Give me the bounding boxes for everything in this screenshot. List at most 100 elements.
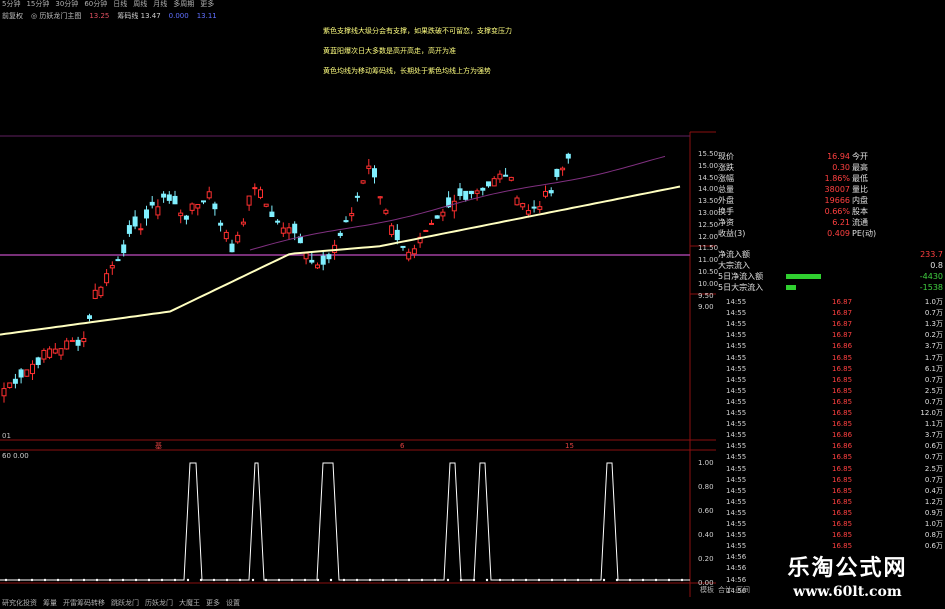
candle-body xyxy=(87,315,92,319)
tick-row: 14:55 16.85 2.5万 xyxy=(716,464,945,475)
tick-row: 14:55 16.85 1.2万 xyxy=(716,497,945,508)
quote-value: 1.86% xyxy=(824,174,850,183)
candle-body xyxy=(366,165,372,169)
indicator-tab-5[interactable]: 大魔王 xyxy=(179,597,200,609)
candle-body xyxy=(389,225,395,235)
price-axis-label: 13.50 xyxy=(698,197,719,206)
candle-body xyxy=(138,228,144,231)
signal-dot xyxy=(576,578,580,582)
tick-price: 16.87 xyxy=(832,309,853,318)
quote-row: 现价 16.94 今开 xyxy=(716,151,945,162)
quote-row: 净资 6.21 流通 xyxy=(716,217,945,228)
candle-body xyxy=(1,388,7,397)
panel-button-2[interactable]: 区间 xyxy=(736,585,750,595)
candle-body xyxy=(229,243,235,253)
candle-body xyxy=(98,286,104,297)
signal-dot xyxy=(56,578,60,582)
candle-body xyxy=(240,221,246,225)
candle-body xyxy=(24,369,30,377)
signal-dot xyxy=(186,578,190,582)
indicator-tab-0[interactable]: 研究化投资 xyxy=(2,597,37,609)
signal-dot xyxy=(628,578,632,582)
candle-body xyxy=(58,348,64,356)
quote-label-2: 股本 xyxy=(852,207,868,216)
candle-body xyxy=(252,187,258,190)
tick-volume: 0.6万 xyxy=(924,542,943,551)
chart-marker: 15 xyxy=(565,442,574,450)
price-axis-label: 14.00 xyxy=(698,185,719,194)
tick-time: 14:55 xyxy=(726,442,747,451)
flow-value: -1538 xyxy=(919,283,943,292)
candle-body xyxy=(548,190,554,194)
tick-volume: 0.8万 xyxy=(924,531,943,540)
tick-time: 14:55 xyxy=(726,364,747,373)
signal-dot xyxy=(420,578,424,582)
tick-time: 14:55 xyxy=(726,331,747,340)
candle-body xyxy=(195,203,201,209)
signal-dot xyxy=(394,578,398,582)
watermark-url: www.60lt.com xyxy=(793,584,902,600)
signal-dot xyxy=(446,578,450,582)
tick-time: 14:55 xyxy=(726,420,747,429)
candle-body xyxy=(172,195,178,205)
tick-volume: 12.0万 xyxy=(920,409,943,417)
price-axis-label: 14.50 xyxy=(698,173,719,182)
candle-body xyxy=(394,229,400,241)
price-axis-label: 12.00 xyxy=(698,232,719,241)
tick-price: 16.85 xyxy=(832,353,853,362)
signal-dot xyxy=(407,578,411,582)
tick-time: 14:55 xyxy=(726,320,747,329)
candle-body xyxy=(263,203,269,207)
tick-price: 16.87 xyxy=(832,298,853,306)
candle-body xyxy=(69,339,75,342)
signal-dot xyxy=(290,578,294,582)
candle-body xyxy=(423,229,429,232)
tick-row: 14:55 16.85 0.7万 xyxy=(716,397,945,408)
tick-time: 14:56 xyxy=(726,564,747,573)
indicator-tab-2[interactable]: 开雷筹码转移 xyxy=(63,597,105,609)
quote-label: 外盘 xyxy=(718,196,734,205)
candle-body xyxy=(525,210,531,215)
candle-body xyxy=(315,264,320,269)
indicator-tab-7[interactable]: 设置 xyxy=(226,597,240,609)
candle-body xyxy=(275,220,281,223)
flow-label: 5日净流入额 xyxy=(718,272,764,281)
chart-marker: 基 xyxy=(155,441,162,450)
tick-price: 16.86 xyxy=(832,431,853,440)
tick-row: 14:55 16.86 0.6万 xyxy=(716,441,945,452)
kline-chart[interactable]: 01 基 6 15 xyxy=(0,0,716,597)
tick-price: 16.85 xyxy=(832,364,853,373)
signal-dot xyxy=(238,578,242,582)
tick-time: 14:55 xyxy=(726,464,747,473)
price-axis-label: 15.50 xyxy=(698,150,719,158)
panel-button-1[interactable]: 合计 xyxy=(718,585,732,595)
quote-value: 19666 xyxy=(824,196,850,205)
signal-dot xyxy=(602,578,606,582)
tick-volume: 3.7万 xyxy=(924,342,943,351)
candle-body xyxy=(491,178,497,187)
indicator-tab-1[interactable]: 筹量 xyxy=(43,597,57,609)
signal-dot xyxy=(251,578,255,582)
tick-row: 14:55 16.85 2.5万 xyxy=(716,386,945,397)
candle-body xyxy=(183,215,189,220)
quote-panel: 现价 16.94 今开 涨跌 0.30 最高 涨幅 1.86% 最低 总量 38007 量比 外盘 196… xyxy=(716,135,945,609)
candle-body xyxy=(47,348,53,358)
signal-dot xyxy=(147,578,151,582)
indicator-tab-3[interactable]: 跳跃龙门 xyxy=(111,597,139,609)
tick-volume: 2.5万 xyxy=(924,464,943,473)
signal-dot xyxy=(17,578,21,582)
lower-axis-label: 0.00 xyxy=(698,579,714,587)
signal-dot xyxy=(30,578,34,582)
signal-dot xyxy=(225,578,229,582)
signal-dot xyxy=(134,578,138,582)
tick-row: 14:55 16.87 0.7万 xyxy=(716,308,945,319)
signal-dot xyxy=(303,578,307,582)
candle-body xyxy=(7,382,13,388)
candle-body xyxy=(463,190,469,200)
tick-volume: 1.3万 xyxy=(924,320,943,329)
indicator-tab-6[interactable]: 更多 xyxy=(206,597,220,609)
quote-row: 涨幅 1.86% 最低 xyxy=(716,173,945,184)
candle-body xyxy=(280,227,286,234)
indicator-tab-4[interactable]: 历妖龙门 xyxy=(145,597,173,609)
tick-time: 14:55 xyxy=(726,497,747,506)
